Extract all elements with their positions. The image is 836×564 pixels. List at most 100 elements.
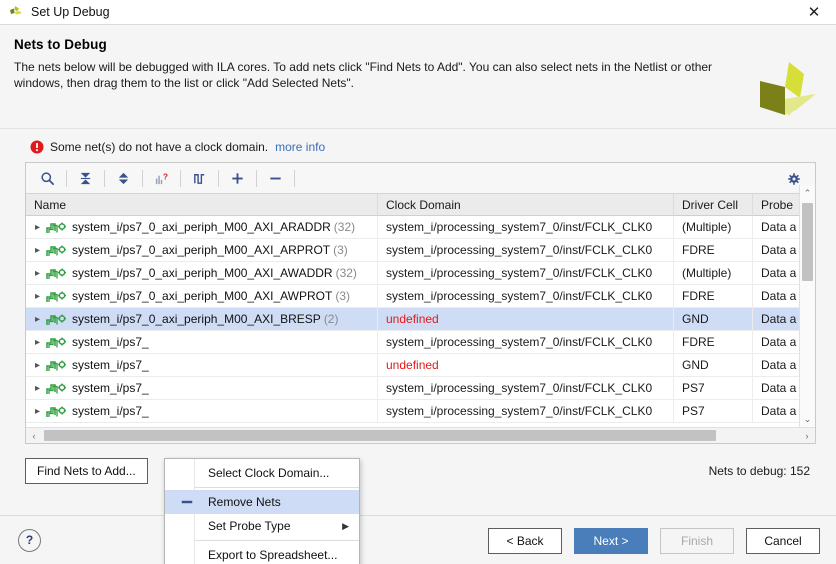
column-header-name[interactable]: Name bbox=[26, 193, 378, 216]
cell-name[interactable]: ▸ system_i/ps7_ bbox=[26, 353, 378, 377]
cancel-button[interactable]: Cancel bbox=[746, 528, 820, 554]
table-row[interactable]: ▸ system_i/ps7_0_axi_periph_M00_AXI_ARADD… bbox=[26, 216, 815, 239]
scroll-down-arrow-icon[interactable]: ⌄ bbox=[800, 411, 815, 427]
column-header-driver-cell[interactable]: Driver Cell bbox=[674, 193, 753, 216]
table-header: Name Clock Domain Driver Cell Probe bbox=[26, 193, 815, 216]
menu-item-export-to-spreadsheet[interactable]: Export to Spreadsheet... bbox=[165, 543, 359, 564]
nets-table-body[interactable]: ▸ system_i/ps7_0_axi_periph_M00_AXI_ARADD… bbox=[26, 216, 815, 443]
next-button-label: Next > bbox=[593, 534, 629, 548]
vivado-logo-icon bbox=[8, 4, 24, 20]
chevron-right-icon[interactable]: ▸ bbox=[31, 285, 44, 308]
net-name: system_i/ps7_0_axi_periph_M00_AXI_BRESP bbox=[72, 311, 321, 326]
net-bit-count: (2) bbox=[323, 311, 339, 326]
dialog-footer: ? < Back Next > Finish Cancel bbox=[0, 515, 836, 564]
menu-separator bbox=[195, 487, 359, 488]
toolbar-separator bbox=[180, 169, 181, 187]
net-signal-icon bbox=[46, 220, 68, 234]
vertical-scrollbar[interactable]: ⌃ ⌄ bbox=[799, 185, 815, 427]
xilinx-logo-icon bbox=[756, 58, 820, 122]
collapse-all-icon[interactable] bbox=[70, 165, 101, 192]
horizontal-scrollbar[interactable]: ‹ › bbox=[26, 427, 815, 443]
cell-clock-domain[interactable]: system_i/processing_system7_0/inst/FCLK_… bbox=[378, 216, 674, 239]
cell-name[interactable]: ▸ system_i/ps7_0_axi_periph_M00_AXI_AWPRO… bbox=[26, 284, 378, 308]
scroll-right-arrow-icon[interactable]: › bbox=[799, 431, 815, 441]
net-name: system_i/ps7_ bbox=[72, 380, 149, 395]
cell-clock-domain[interactable]: system_i/processing_system7_0/inst/FCLK_… bbox=[378, 376, 674, 400]
table-row[interactable]: ▸ system_i/ps7_0_axi_periph_M00_AXI_AWADD… bbox=[26, 261, 815, 285]
finish-button: Finish bbox=[660, 528, 734, 554]
cell-clock-domain[interactable]: undefined bbox=[378, 307, 674, 331]
menu-item-label: Remove Nets bbox=[208, 495, 281, 509]
cell-clock-domain[interactable]: system_i/processing_system7_0/inst/FCLK_… bbox=[378, 330, 674, 354]
table-row[interactable]: ▸ system_i/ps7_0_axi_periph_M00_AXI_AWPRO… bbox=[26, 284, 815, 308]
chevron-right-icon[interactable]: ▸ bbox=[31, 216, 44, 239]
table-row[interactable]: ▸ system_i/ps7_ system_i/processing_system… bbox=[26, 399, 815, 423]
context-menu[interactable]: Select Clock Domain... Remove Nets Set Pro… bbox=[164, 458, 360, 564]
window-titlebar: Set Up Debug ✕ bbox=[0, 0, 836, 25]
cell-clock-domain[interactable]: undefined bbox=[378, 353, 674, 377]
next-button[interactable]: Next > bbox=[574, 528, 648, 554]
expand-all-icon[interactable] bbox=[108, 165, 139, 192]
cell-clock-domain[interactable]: system_i/processing_system7_0/inst/FCLK_… bbox=[378, 284, 674, 308]
chevron-right-icon[interactable]: ▸ bbox=[31, 262, 44, 285]
cell-clock-domain[interactable]: system_i/processing_system7_0/inst/FCLK_… bbox=[378, 238, 674, 262]
net-signal-icon bbox=[46, 358, 68, 372]
net-name: system_i/ps7_0_axi_periph_M00_AXI_AWPROT bbox=[72, 288, 333, 303]
net-name: system_i/ps7_ bbox=[72, 403, 149, 418]
menu-item-set-probe-type[interactable]: Set Probe Type ▶ bbox=[165, 514, 359, 538]
column-header-clock-domain[interactable]: Clock Domain bbox=[378, 193, 674, 216]
table-row[interactable]: ▸ system_i/ps7_0_axi_periph_M00_AXI_ARPRO… bbox=[26, 238, 815, 262]
net-signal-icon bbox=[46, 335, 68, 349]
table-row[interactable]: ▸ system_i/ps7_0_axi_periph_M00_AXI_BRESP… bbox=[26, 307, 815, 331]
net-name: system_i/ps7_ bbox=[72, 334, 149, 349]
vertical-scroll-thumb[interactable] bbox=[802, 203, 813, 281]
cell-driver-cell: GND bbox=[674, 307, 753, 331]
cell-name[interactable]: ▸ system_i/ps7_0_axi_periph_M00_AXI_AWADD… bbox=[26, 261, 378, 285]
horizontal-scroll-track[interactable] bbox=[42, 430, 799, 441]
scroll-up-arrow-icon[interactable]: ⌃ bbox=[800, 185, 815, 201]
table-row[interactable]: ▸ system_i/ps7_ undefined GND Data a bbox=[26, 353, 815, 377]
error-icon bbox=[30, 140, 44, 154]
chevron-right-icon[interactable]: ▸ bbox=[31, 239, 44, 262]
scroll-left-arrow-icon[interactable]: ‹ bbox=[26, 431, 42, 441]
horizontal-scroll-thumb[interactable] bbox=[44, 430, 716, 441]
toolbar-separator bbox=[142, 169, 143, 187]
cell-name[interactable]: ▸ system_i/ps7_0_axi_periph_M00_AXI_BRESP… bbox=[26, 307, 378, 331]
chevron-right-icon[interactable]: ▸ bbox=[31, 354, 44, 377]
cell-name[interactable]: ▸ system_i/ps7_0_axi_periph_M00_AXI_ARPRO… bbox=[26, 238, 378, 262]
cell-name[interactable]: ▸ system_i/ps7_0_axi_periph_M00_AXI_ARADD… bbox=[26, 216, 378, 239]
more-info-link[interactable]: more info bbox=[275, 140, 325, 154]
add-nets-icon[interactable] bbox=[222, 165, 253, 192]
svg-text:?: ? bbox=[163, 171, 168, 181]
search-icon[interactable] bbox=[32, 165, 63, 192]
clock-domain-icon[interactable] bbox=[184, 165, 215, 192]
table-row[interactable]: ▸ system_i/ps7_ system_i/processing_system… bbox=[26, 330, 815, 354]
chevron-right-icon[interactable]: ▸ bbox=[31, 331, 44, 354]
cell-clock-domain[interactable]: system_i/processing_system7_0/inst/FCLK_… bbox=[378, 261, 674, 285]
back-button[interactable]: < Back bbox=[488, 528, 562, 554]
find-nets-to-add-button[interactable]: Find Nets to Add... bbox=[25, 458, 148, 484]
chevron-right-icon[interactable]: ▸ bbox=[31, 400, 44, 423]
net-bit-count: (32) bbox=[335, 265, 357, 280]
help-button[interactable]: ? bbox=[18, 528, 41, 552]
remove-nets-icon[interactable] bbox=[260, 165, 291, 192]
menu-item-label: Export to Spreadsheet... bbox=[208, 548, 338, 562]
unassigned-clock-icon[interactable]: ? bbox=[146, 165, 177, 192]
menu-item-remove-nets[interactable]: Remove Nets bbox=[165, 490, 359, 514]
menu-item-select-clock-domain[interactable]: Select Clock Domain... bbox=[165, 461, 359, 485]
cell-name[interactable]: ▸ system_i/ps7_ bbox=[26, 330, 378, 354]
table-row[interactable]: ▸ system_i/ps7_ system_i/processing_system… bbox=[26, 376, 815, 400]
menu-separator bbox=[195, 540, 359, 541]
chevron-right-icon[interactable]: ▸ bbox=[31, 308, 44, 331]
close-icon[interactable]: ✕ bbox=[792, 0, 836, 25]
nets-to-debug-count: Nets to debug: 152 bbox=[708, 464, 810, 478]
cell-name[interactable]: ▸ system_i/ps7_ bbox=[26, 399, 378, 423]
net-signal-icon bbox=[46, 266, 68, 280]
menu-item-label: Set Probe Type bbox=[208, 519, 291, 533]
chevron-right-icon[interactable]: ▸ bbox=[31, 377, 44, 400]
panel-footer-row: Find Nets to Add... Nets to debug: 152 bbox=[25, 458, 816, 484]
cell-name[interactable]: ▸ system_i/ps7_ bbox=[26, 376, 378, 400]
cell-clock-domain[interactable]: system_i/processing_system7_0/inst/FCLK_… bbox=[378, 399, 674, 423]
cancel-button-label: Cancel bbox=[764, 534, 802, 548]
net-signal-icon bbox=[46, 289, 68, 303]
